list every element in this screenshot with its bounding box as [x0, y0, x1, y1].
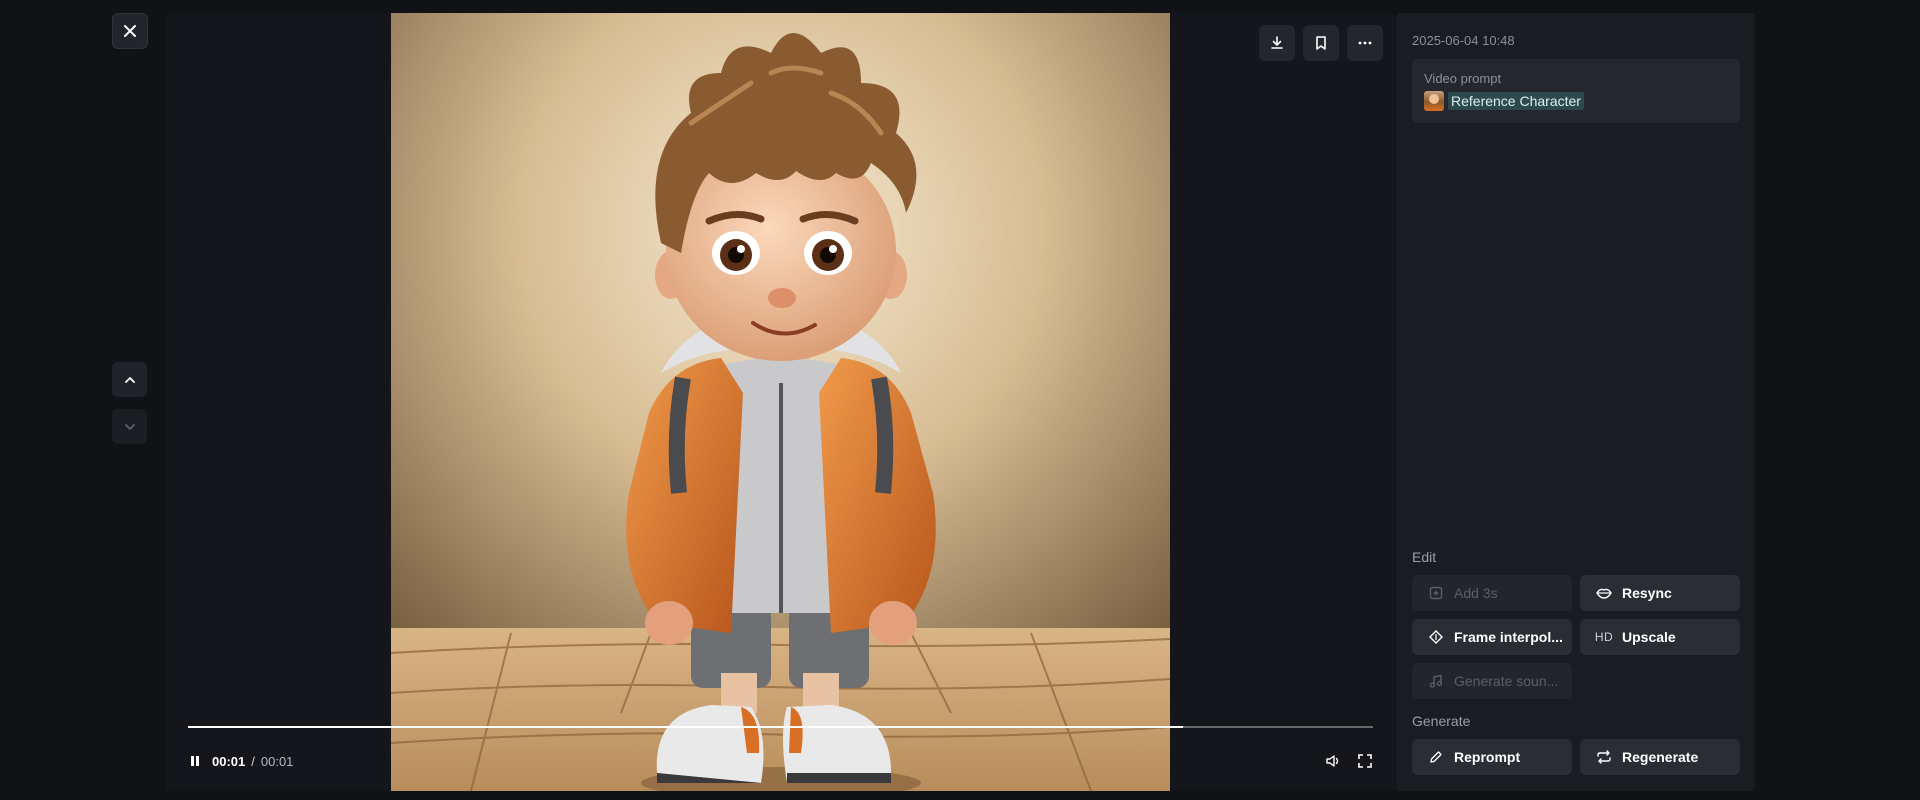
video-frame-image — [391, 13, 1170, 791]
add-3s-button[interactable]: Add 3s — [1412, 575, 1572, 611]
reprompt-label: Reprompt — [1454, 749, 1521, 765]
pencil-icon — [1428, 749, 1444, 765]
progress-fill — [188, 726, 1184, 728]
generate-sound-label: Generate soun... — [1454, 673, 1559, 689]
more-options-button[interactable] — [1347, 25, 1383, 61]
lips-icon — [1596, 585, 1612, 601]
upscale-label: Upscale — [1622, 629, 1676, 645]
created-timestamp: 2025-06-04 10:48 — [1412, 33, 1515, 48]
frame-interpolation-label: Frame interpol... — [1454, 629, 1563, 645]
video-player[interactable] — [391, 13, 1170, 791]
music-note-icon — [1428, 673, 1444, 689]
upscale-button[interactable]: HD Upscale — [1580, 619, 1740, 655]
next-item-button[interactable] — [112, 409, 147, 444]
close-icon — [124, 25, 136, 37]
details-panel: 2025-06-04 10:48 Video prompt Reference … — [1396, 13, 1755, 791]
reference-character-label: Reference Character — [1448, 92, 1584, 110]
generate-section-label: Generate — [1412, 713, 1471, 729]
close-button[interactable] — [112, 13, 148, 49]
video-viewer: 00:01 / 00:01 — [166, 13, 1395, 791]
player-controls: 00:01 / 00:01 — [188, 749, 1373, 773]
reference-thumbnail — [1424, 91, 1444, 111]
repeat-icon — [1596, 749, 1612, 765]
reprompt-button[interactable]: Reprompt — [1412, 739, 1572, 775]
progress-bar[interactable] — [188, 726, 1373, 728]
add-time-icon — [1428, 585, 1444, 601]
regenerate-button[interactable]: Regenerate — [1580, 739, 1740, 775]
current-time: 00:01 — [212, 753, 246, 769]
video-prompt-label: Video prompt — [1424, 71, 1502, 86]
time-separator: / — [251, 753, 255, 769]
bookmark-button[interactable] — [1303, 25, 1339, 61]
bookmark-icon — [1316, 36, 1326, 50]
add-3s-label: Add 3s — [1454, 585, 1498, 601]
pause-icon[interactable] — [188, 754, 202, 768]
viewer-actions — [1259, 25, 1383, 61]
resync-label: Resync — [1622, 585, 1672, 601]
more-horizontal-icon — [1358, 41, 1372, 45]
chevron-down-icon — [124, 423, 135, 430]
hd-icon: HD — [1594, 630, 1614, 644]
resync-button[interactable]: Resync — [1580, 575, 1740, 611]
download-icon — [1271, 36, 1283, 49]
reference-character-chip[interactable]: Reference Character — [1424, 91, 1584, 111]
edit-section-label: Edit — [1412, 549, 1437, 565]
frame-interpolation-button[interactable]: Frame interpol... — [1412, 619, 1572, 655]
regenerate-label: Regenerate — [1622, 749, 1699, 765]
diamond-icon — [1428, 629, 1444, 645]
chevron-up-icon — [124, 376, 135, 383]
video-prompt-box: Video prompt Reference Character — [1412, 59, 1740, 123]
generate-sound-button[interactable]: Generate soun... — [1412, 663, 1572, 699]
download-button[interactable] — [1259, 25, 1295, 61]
duration: 00:01 — [260, 753, 294, 769]
volume-icon[interactable] — [1325, 753, 1341, 769]
previous-item-button[interactable] — [112, 362, 147, 397]
fullscreen-icon[interactable] — [1357, 753, 1373, 769]
